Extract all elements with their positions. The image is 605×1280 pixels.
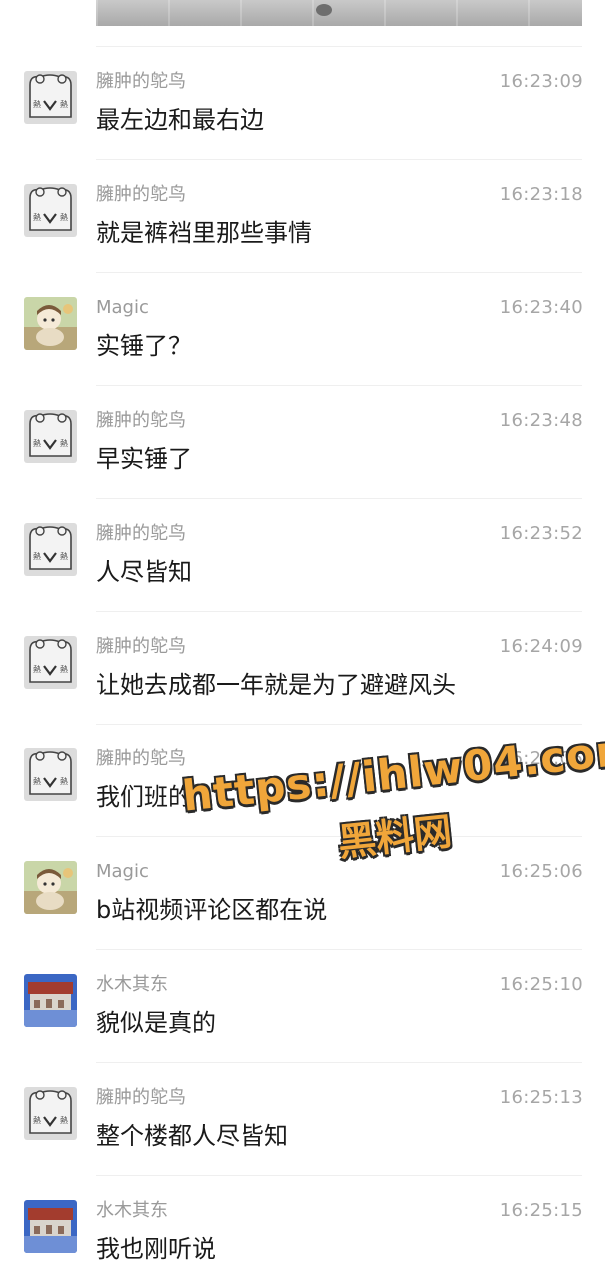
message-time: 16:23:18 <box>499 184 583 205</box>
chat-message[interactable]: 熱熱 臃肿的鸵鸟 16:24:09 让她去成都一年就是为了避避风头 <box>0 612 605 725</box>
chat-message[interactable]: 熱熱 臃肿的鸵鸟 16:23:18 就是裤裆里那些事情 <box>0 160 605 273</box>
message-time: 16:23:40 <box>499 297 583 318</box>
sender-name: 臃肿的鸵鸟 <box>96 71 186 92</box>
svg-text:熱: 熱 <box>60 1115 68 1125</box>
sender-name: 臃肿的鸵鸟 <box>96 636 186 657</box>
chat-message[interactable]: Magic 16:25:06 b站视频评论区都在说 <box>0 837 605 950</box>
chat-message[interactable]: 熱熱 臃肿的鸵鸟 16:25:06 我们班的 <box>0 724 605 837</box>
svg-text:熱: 熱 <box>33 776 41 786</box>
sticker-face-avatar[interactable]: 熱熱 <box>24 184 77 237</box>
sticker-face-avatar[interactable]: 熱熱 <box>24 636 77 689</box>
sender-name: Magic <box>96 297 149 318</box>
message-time: 16:25:10 <box>499 974 583 995</box>
message-text: b站视频评论区都在说 <box>96 896 328 924</box>
sender-name: 臃肿的鸵鸟 <box>96 1087 186 1108</box>
sender-name: 水木其东 <box>96 974 168 995</box>
chat-message[interactable]: 熱熱 臃肿的鸵鸟 16:23:48 早实锤了 <box>0 386 605 499</box>
message-text: 我们班的 <box>96 783 192 811</box>
sticker-face-avatar[interactable]: 熱熱 <box>24 1087 77 1140</box>
message-text: 让她去成都一年就是为了避避风头 <box>96 671 456 699</box>
message-text: 貌似是真的 <box>96 1009 216 1037</box>
message-time: 16:25:15 <box>499 1200 583 1221</box>
message-text: 整个楼都人尽皆知 <box>96 1122 288 1150</box>
sender-name: 臃肿的鸵鸟 <box>96 523 186 544</box>
chat-message[interactable]: 水木其东 16:25:10 貌似是真的 <box>0 950 605 1063</box>
anime-character-avatar[interactable] <box>24 297 77 350</box>
svg-text:熱: 熱 <box>33 212 41 222</box>
message-time: 16:24:09 <box>499 636 583 657</box>
anime-character-avatar[interactable] <box>24 861 77 914</box>
message-text: 实锤了？ <box>96 332 192 360</box>
sticker-face-avatar[interactable]: 熱熱 <box>24 410 77 463</box>
svg-text:熱: 熱 <box>33 99 41 109</box>
chat-message[interactable]: 熱熱 臃肿的鸵鸟 16:25:13 整个楼都人尽皆知 <box>0 1063 605 1176</box>
top-image-message[interactable] <box>96 0 582 26</box>
svg-text:熱: 熱 <box>33 1115 41 1125</box>
message-time: 16:23:09 <box>499 71 583 92</box>
sticker-face-avatar[interactable]: 熱熱 <box>24 71 77 124</box>
sender-name: 水木其东 <box>96 1200 168 1221</box>
svg-text:熱: 熱 <box>60 551 68 561</box>
chat-message[interactable]: 水木其东 16:25:15 我也刚听说 <box>0 1176 605 1280</box>
message-time: 16:23:48 <box>499 410 583 431</box>
message-text: 就是裤裆里那些事情 <box>96 219 312 247</box>
image-detail <box>316 4 332 16</box>
blue-scene-avatar[interactable] <box>24 1200 77 1253</box>
chat-message[interactable]: Magic 16:23:40 实锤了？ <box>0 273 605 386</box>
svg-text:熱: 熱 <box>60 664 68 674</box>
svg-text:熱: 熱 <box>60 776 68 786</box>
chat-message[interactable]: 熱熱 臃肿的鸵鸟 16:23:09 最左边和最右边 <box>0 47 605 160</box>
message-text: 早实锤了 <box>96 445 192 473</box>
sticker-face-avatar[interactable]: 熱熱 <box>24 523 77 576</box>
svg-text:熱: 熱 <box>60 212 68 222</box>
sender-name: 臃肿的鸵鸟 <box>96 748 186 769</box>
message-time: 16:25:06 <box>499 861 583 882</box>
chat-history: 熱熱 臃肿的鸵鸟 16:23:09 最左边和最右边 熱熱 臃肿的鸵鸟 16:23… <box>0 0 605 1280</box>
sender-name: Magic <box>96 861 149 882</box>
message-time: 16:25:06 <box>499 748 583 769</box>
sticker-face-avatar[interactable]: 熱熱 <box>24 748 77 801</box>
svg-text:熱: 熱 <box>33 551 41 561</box>
photo-thumbnail-icon <box>96 0 582 26</box>
message-time: 16:23:52 <box>499 523 583 544</box>
svg-text:熱: 熱 <box>60 438 68 448</box>
svg-text:熱: 熱 <box>33 664 41 674</box>
sender-name: 臃肿的鸵鸟 <box>96 410 186 431</box>
message-text: 最左边和最右边 <box>96 106 264 134</box>
chat-message[interactable]: 熱熱 臃肿的鸵鸟 16:23:52 人尽皆知 <box>0 499 605 612</box>
svg-text:熱: 熱 <box>60 99 68 109</box>
message-text: 人尽皆知 <box>96 558 192 586</box>
message-text: 我也刚听说 <box>96 1235 216 1263</box>
svg-text:熱: 熱 <box>33 438 41 448</box>
blue-scene-avatar[interactable] <box>24 974 77 1027</box>
sender-name: 臃肿的鸵鸟 <box>96 184 186 205</box>
message-time: 16:25:13 <box>499 1087 583 1108</box>
